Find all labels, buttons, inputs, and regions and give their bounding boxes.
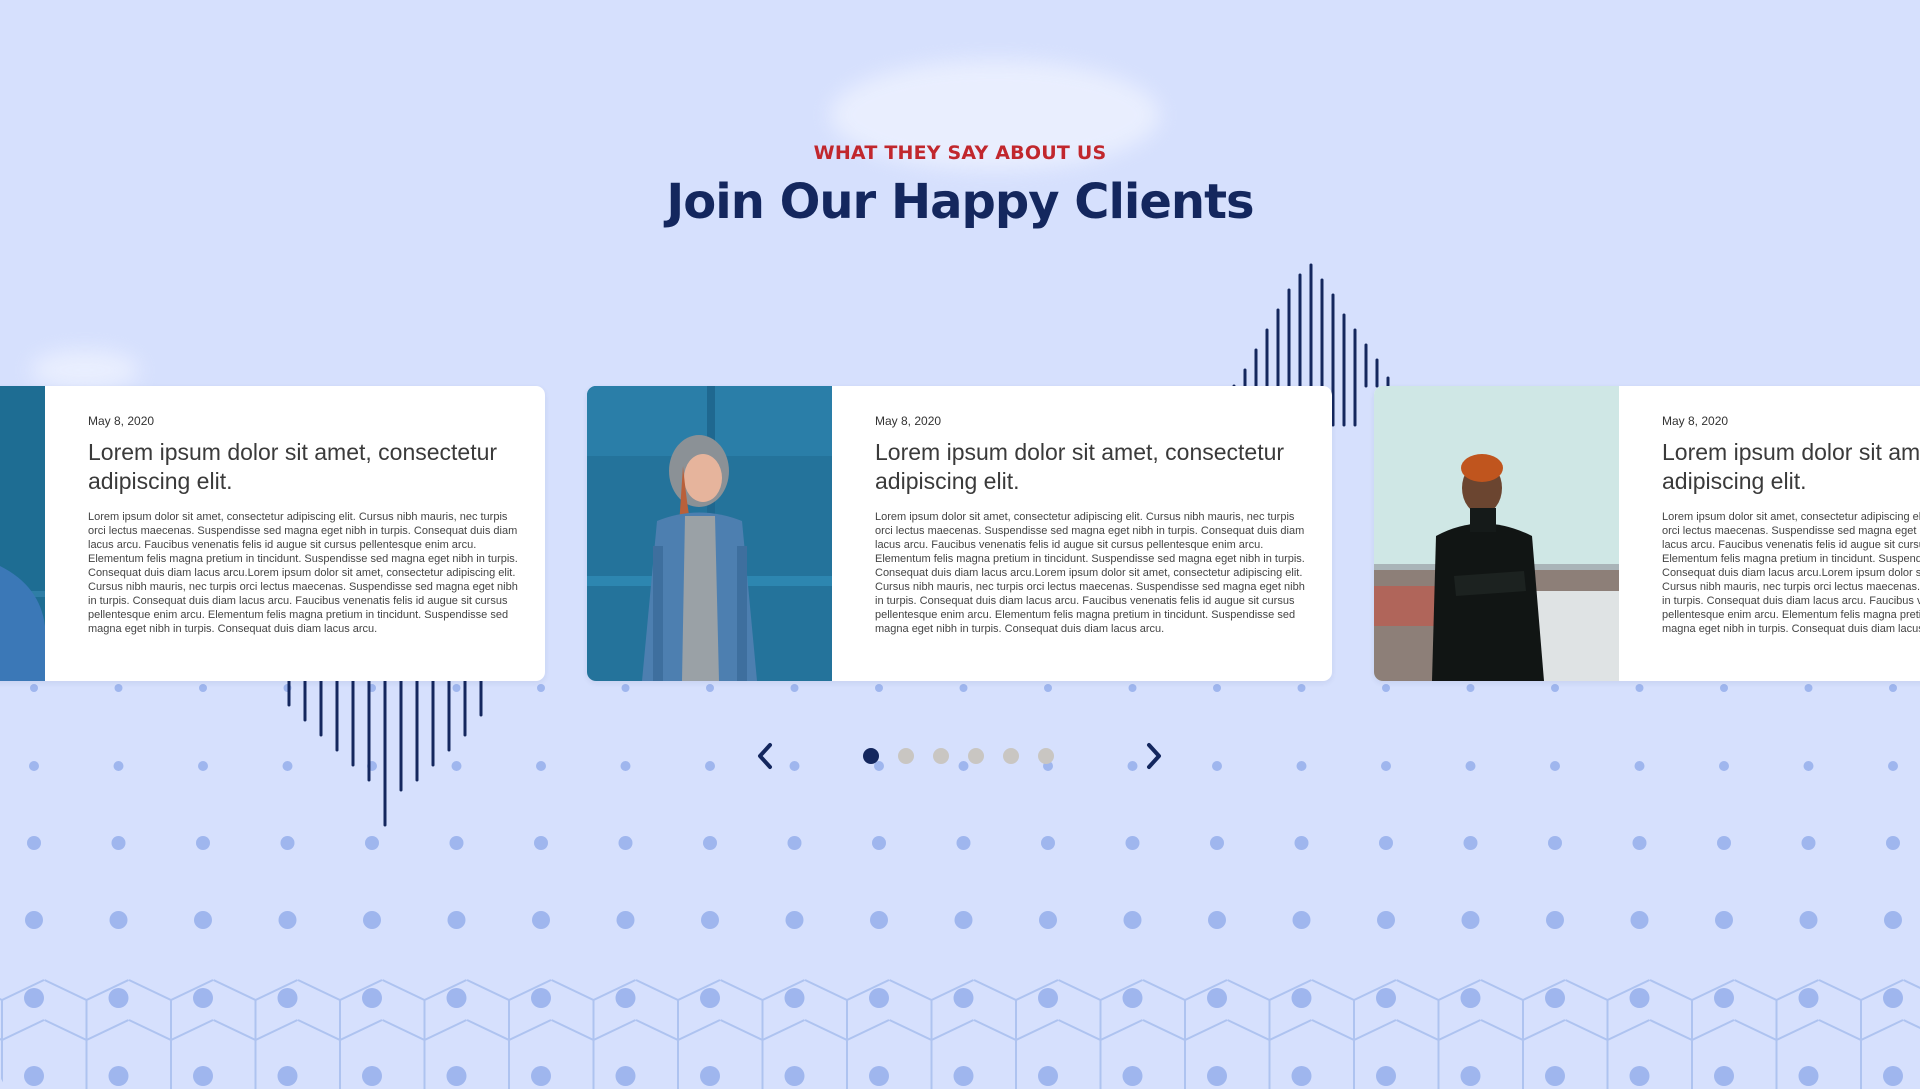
chevron-left-icon [758,743,772,769]
testimonial-title: Lorem ipsum dolor sit amet, consectetur … [88,439,498,494]
testimonial-date: May 8, 2020 [1662,414,1729,428]
pagination-dot-1[interactable] [863,748,879,764]
section-eyebrow: WHAT THEY SAY ABOUT US [813,142,1107,164]
carousel-prev-button[interactable] [748,739,782,773]
pagination-dot-2[interactable] [898,748,914,764]
testimonial-card[interactable]: May 8, 2020 Lorem ipsum dolor sit amet, … [0,386,545,681]
pagination-dot-6[interactable] [1038,748,1054,764]
pagination-dot-3[interactable] [933,748,949,764]
testimonial-title: Lorem ipsum dolor sit amet, consectetur … [875,439,1285,494]
section-title: Join Our Happy Clients [666,174,1254,230]
carousel-next-button[interactable] [1137,739,1171,773]
testimonial-card[interactable]: May 8, 2020 Lorem ipsum dolor sit amet, … [1374,386,1920,681]
pagination-dot-5[interactable] [1003,748,1019,764]
testimonial-text: Lorem ipsum dolor sit amet, consectetur … [1662,511,1920,635]
testimonial-photo [587,386,832,681]
testimonial-text: Lorem ipsum dolor sit amet, consectetur … [88,511,518,635]
testimonial-date: May 8, 2020 [88,414,155,428]
testimonial-photo [0,386,45,681]
testimonial-title: Lorem ipsum dolor sit amet, consectetur … [1662,439,1920,494]
testimonial-text: Lorem ipsum dolor sit amet, consectetur … [875,511,1305,635]
testimonial-date: May 8, 2020 [875,414,942,428]
carousel-pagination [863,748,1054,764]
chevron-right-icon [1147,743,1161,769]
pagination-dot-4[interactable] [968,748,984,764]
testimonials-section: WHAT THEY SAY ABOUT US Join Our Happy Cl… [0,0,1920,1089]
testimonial-photo [1374,386,1619,681]
testimonial-card[interactable]: May 8, 2020 Lorem ipsum dolor sit amet, … [587,386,1332,681]
